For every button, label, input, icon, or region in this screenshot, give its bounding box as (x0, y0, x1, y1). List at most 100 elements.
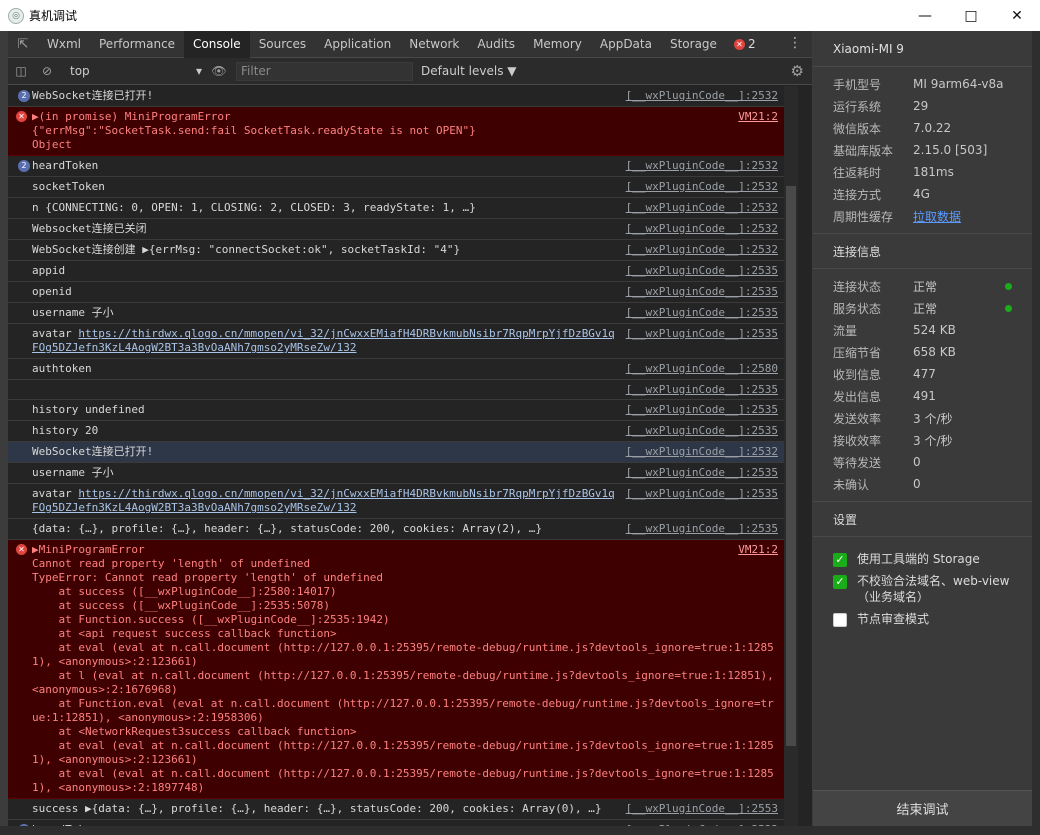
console-log-row[interactable]: history 20 [__wxPluginCode__]:2535 (8, 421, 798, 442)
source-link[interactable]: [__wxPluginCode__]:2553 (626, 802, 778, 816)
minimize-button[interactable]: — (902, 0, 948, 31)
console-log-row[interactable]: 2 heardToken [__wxPluginCode__]:2532 (8, 156, 798, 177)
setting-checkbox-row[interactable]: ✓ 使用工具端的 Storage (813, 551, 1032, 567)
tab-performance[interactable]: Performance (90, 31, 184, 58)
info-label: 接收效率 (833, 433, 882, 448)
error-line: at Function.success ([__wxPluginCode__]:… (32, 613, 390, 626)
tab-appdata[interactable]: AppData (591, 31, 661, 58)
tab-application[interactable]: Application (315, 31, 400, 58)
device-name: Xiaomi-MI 9 (813, 31, 1032, 67)
maximize-button[interactable]: □ (948, 0, 994, 31)
console-log-row[interactable]: appid [__wxPluginCode__]:2535 (8, 261, 798, 282)
console-log-row[interactable]: history undefined [__wxPluginCode__]:2535 (8, 400, 798, 421)
console-scrollbar[interactable] (784, 86, 798, 826)
source-link[interactable]: [__wxPluginCode__]:2532 (626, 243, 778, 257)
console-message: socketToken (32, 180, 105, 193)
info-label: 手机型号 (833, 77, 882, 92)
source-link[interactable]: [__wxPluginCode__]:2535 (626, 487, 778, 501)
source-link[interactable]: [__wxPluginCode__]:2535 (626, 424, 778, 438)
source-link[interactable]: [__wxPluginCode__]:2532 (626, 201, 778, 215)
console-log-row[interactable]: WebSocket连接已打开! [__wxPluginCode__]:2532 (8, 442, 798, 463)
source-link[interactable]: [__wxPluginCode__]:2535 (626, 522, 778, 536)
console-log-row[interactable]: username 子小 [__wxPluginCode__]:2535 (8, 303, 798, 324)
info-label: 微信版本 (833, 121, 882, 136)
source-link[interactable]: [__wxPluginCode__]:2532 (626, 445, 778, 459)
log-levels-select[interactable]: Default levels ▼ (421, 64, 517, 78)
console-log-row[interactable]: authtoken [__wxPluginCode__]:2580 (8, 359, 798, 380)
error-line: at eval (eval at n.call.document (http:/… (32, 739, 774, 752)
source-link[interactable]: [__wxPluginCode__]:2532 (626, 222, 778, 236)
filter-input[interactable] (236, 61, 413, 81)
checkbox[interactable]: ✓ (833, 575, 847, 589)
source-link[interactable]: [__wxPluginCode__]:2535 (626, 327, 778, 341)
tab-sources[interactable]: Sources (250, 31, 315, 58)
error-line: <anonymous>:2:1676968) (32, 683, 178, 696)
gear-icon[interactable]: ⚙ (791, 62, 804, 80)
tab-audits[interactable]: Audits (468, 31, 524, 58)
setting-label: 节点审查模式 (857, 612, 930, 626)
console-link-cont[interactable]: FOg5DZJefn3KzL4AogW2BT3a3BvOaANh7gmso2yM… (32, 341, 618, 355)
info-value[interactable]: 拉取数据 (913, 208, 961, 225)
console-log-row[interactable]: 2 WebSocket连接已打开! [__wxPluginCode__]:2532 (8, 86, 798, 107)
setting-checkbox-row[interactable]: 节点审查模式 (813, 611, 1032, 627)
console-log-row[interactable]: openid [__wxPluginCode__]:2535 (8, 282, 798, 303)
checkbox[interactable] (833, 613, 847, 627)
info-value: 3 个/秒 (913, 411, 953, 426)
source-link[interactable]: VM21:2 (738, 543, 778, 557)
inspect-element-icon[interactable]: ⇱ (8, 31, 38, 58)
console-message: WebSocket连接已打开! (32, 445, 154, 458)
sidebar-toggle-icon[interactable]: ◫ (8, 58, 34, 85)
setting-checkbox-row[interactable]: ✓ 不校验合法域名、web-view（业务域名） (813, 573, 1032, 605)
info-label: 往返耗时 (833, 165, 882, 180)
console-message: appid (32, 264, 66, 277)
console-log-row[interactable]: Websocket连接已关闭 [__wxPluginCode__]:2532 (8, 219, 798, 240)
console-log-row[interactable]: success ▶{data: {…}, profile: {…}, heade… (8, 799, 798, 820)
console-log-row[interactable]: username 子小 [__wxPluginCode__]:2535 (8, 463, 798, 484)
source-link[interactable]: [__wxPluginCode__]:2532 (626, 159, 778, 173)
info-row: 微信版本 7.0.22 (813, 117, 1032, 139)
more-options-icon[interactable]: ⋮ (788, 35, 802, 51)
console-message: n {CONNECTING: 0, OPEN: 1, CLOSING: 2, C… (32, 201, 476, 214)
source-link[interactable]: [__wxPluginCode__]:2535 (626, 306, 778, 320)
source-link[interactable]: VM21:2 (738, 110, 778, 124)
close-button[interactable]: ✕ (994, 0, 1040, 31)
info-row: 手机型号 MI 9arm64-v8a (813, 73, 1032, 95)
source-link[interactable]: [__wxPluginCode__]:2535 (626, 466, 778, 480)
error-counter[interactable]: ✕ 2 (733, 37, 756, 51)
context-select[interactable]: top ▾ (66, 62, 206, 81)
console-log-row[interactable]: [__wxPluginCode__]:2535 (8, 380, 798, 400)
error-line: at l (eval at n.call.document (http://12… (32, 669, 774, 682)
source-link[interactable]: [__wxPluginCode__]:2535 (626, 264, 778, 278)
tab-console[interactable]: Console (184, 30, 250, 58)
source-link[interactable]: [__wxPluginCode__]:2535 (626, 383, 778, 397)
source-link[interactable]: [__wxPluginCode__]:2532 (626, 180, 778, 194)
console-scrollbar-thumb[interactable] (786, 186, 796, 746)
error-line: 1), <anonymous>:2:123661) (32, 753, 198, 766)
tab-network[interactable]: Network (400, 31, 468, 58)
console-log-row[interactable]: socketToken [__wxPluginCode__]:2532 (8, 177, 798, 198)
tab-storage[interactable]: Storage (661, 31, 726, 58)
tab-memory[interactable]: Memory (524, 31, 591, 58)
error-line: {"errMsg":"SocketTask.send:fail SocketTa… (32, 124, 476, 137)
error-line: at eval (eval at n.call.document (http:/… (32, 641, 774, 654)
window-titlebar: ◎ 真机调试 — □ ✕ (0, 0, 1040, 31)
eye-icon[interactable]: 👁 (206, 58, 232, 85)
checkbox[interactable]: ✓ (833, 553, 847, 567)
console-link[interactable]: https://thirdwx.qlogo.cn/mmopen/vi_32/jn… (78, 487, 614, 500)
source-link[interactable]: [__wxPluginCode__]:2532 (626, 89, 778, 103)
tab-wxml[interactable]: Wxml (38, 31, 90, 58)
source-link[interactable]: [__wxPluginCode__]:2535 (626, 403, 778, 417)
console-error-row[interactable]: ✕ ▶MiniProgramError Cannot read property '… (8, 540, 798, 799)
source-link[interactable]: [__wxPluginCode__]:2535 (626, 285, 778, 299)
console-link[interactable]: https://thirdwx.qlogo.cn/mmopen/vi_32/jn… (78, 327, 614, 340)
console-log-row[interactable]: avatar https://thirdwx.qlogo.cn/mmopen/v… (8, 324, 798, 359)
console-link-cont[interactable]: FOg5DZJefn3KzL4AogW2BT3a3BvOaANh7gmso2yM… (32, 501, 618, 515)
console-log-row[interactable]: n {CONNECTING: 0, OPEN: 1, CLOSING: 2, C… (8, 198, 798, 219)
console-log-row[interactable]: WebSocket连接创建 ▶{errMsg: "connectSocket:o… (8, 240, 798, 261)
console-error-row[interactable]: ✕ ▶(in promise) MiniProgramError {"errMsg"… (8, 107, 798, 156)
clear-console-icon[interactable]: ⊘ (34, 58, 60, 85)
source-link[interactable]: [__wxPluginCode__]:2580 (626, 362, 778, 376)
end-debug-button[interactable]: 结束调试 (813, 790, 1032, 826)
console-log-row[interactable]: avatar https://thirdwx.qlogo.cn/mmopen/v… (8, 484, 798, 519)
console-log-row[interactable]: {data: {…}, profile: {…}, header: {…}, s… (8, 519, 798, 540)
